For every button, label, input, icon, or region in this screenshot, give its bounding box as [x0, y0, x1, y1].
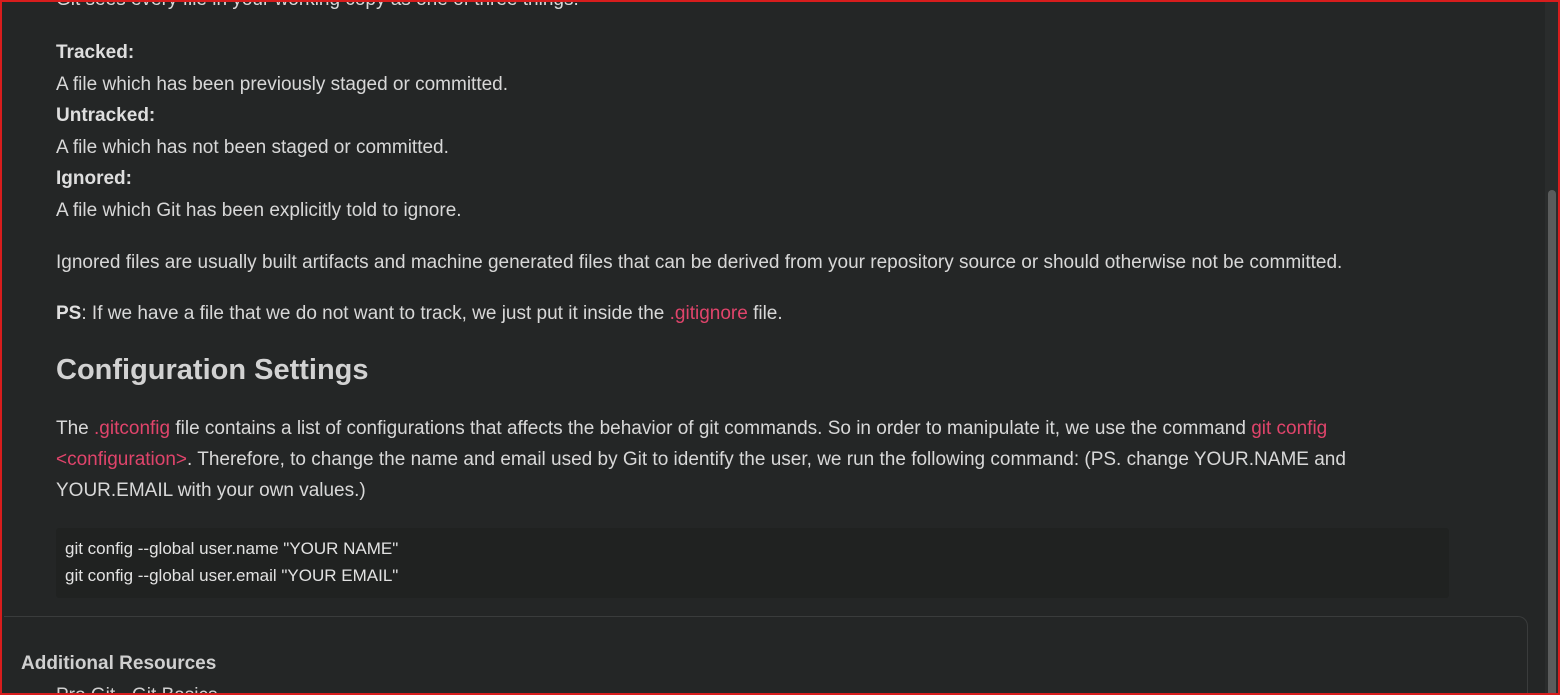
- ps-label: PS: [56, 303, 82, 324]
- term-untracked: Untracked:: [56, 105, 156, 126]
- code-block[interactable]: git config --global user.name "YOUR NAME…: [56, 528, 1449, 598]
- gitconfig-code: .gitconfig: [94, 418, 171, 439]
- code-line-email: git config --global user.email "YOUR EMA…: [65, 566, 399, 585]
- desc-tracked: A file which has been previously staged …: [56, 74, 509, 95]
- scrollbar-thumb[interactable]: [1548, 190, 1556, 693]
- config-text-2: file contains a list of configurations t…: [170, 418, 1252, 439]
- scrollbar-track[interactable]: [1545, 2, 1558, 693]
- config-text-1: The: [56, 418, 95, 439]
- document-viewport: Git sees every file in your working copy…: [2, 2, 1558, 693]
- config-paragraph: The .gitconfig file contains a list of c…: [56, 413, 1426, 506]
- additional-resources-panel: [4, 616, 1528, 693]
- config-text-3: . Therefore, to change the name and emai…: [56, 449, 1346, 501]
- ps-text-after: file.: [747, 303, 783, 324]
- ignored-files-note: Ignored files are usually built artifact…: [56, 252, 1343, 273]
- ps-note: PS: If we have a file that we do not wan…: [56, 303, 783, 325]
- resource-link[interactable]: Pro Git - Git Basics: [56, 685, 218, 693]
- ps-text-before: : If we have a file that we do not want …: [81, 303, 670, 324]
- code-line-name: git config --global user.name "YOUR NAME…: [65, 539, 399, 558]
- configuration-settings-heading: Configuration Settings: [56, 354, 369, 386]
- intro-text: Git sees every file in your working copy…: [56, 2, 579, 11]
- desc-ignored: A file which Git has been explicitly tol…: [56, 200, 462, 221]
- desc-untracked: A file which has not been staged or comm…: [56, 137, 449, 158]
- term-ignored: Ignored:: [56, 168, 132, 189]
- term-tracked: Tracked:: [56, 42, 135, 63]
- gitignore-code: .gitignore: [669, 303, 748, 324]
- additional-resources-heading: Additional Resources: [21, 653, 217, 674]
